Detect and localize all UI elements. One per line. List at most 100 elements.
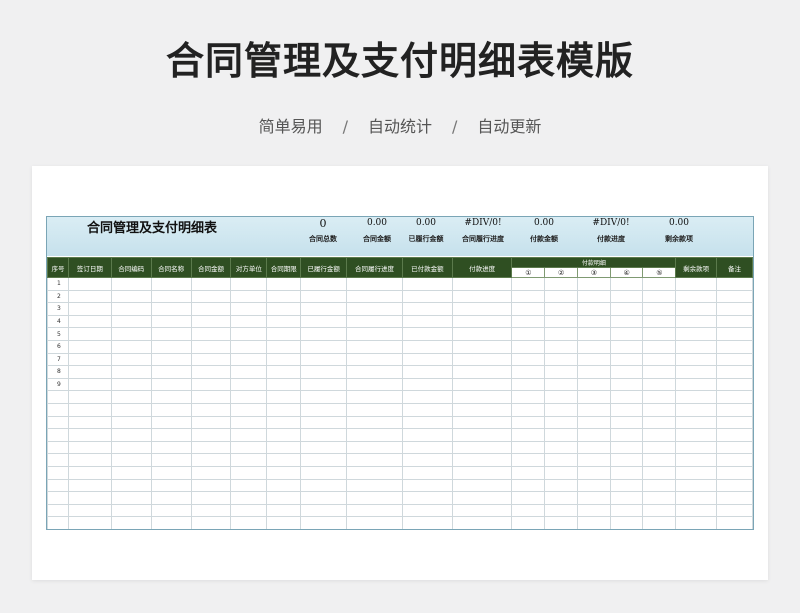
table-cell[interactable]	[67, 302, 112, 316]
table-cell[interactable]	[300, 377, 348, 392]
table-cell[interactable]	[110, 289, 152, 304]
table-cell[interactable]	[576, 277, 611, 291]
table-cell[interactable]	[110, 390, 152, 404]
table-cell[interactable]	[150, 440, 192, 455]
table-cell[interactable]	[609, 390, 644, 404]
table-cell[interactable]	[346, 377, 403, 392]
table-cell[interactable]	[511, 453, 546, 467]
table-cell[interactable]	[230, 390, 268, 404]
table-cell[interactable]	[511, 352, 546, 367]
table-cell[interactable]	[511, 503, 546, 518]
table-cell[interactable]	[190, 339, 232, 354]
table-cell[interactable]	[67, 314, 112, 329]
table-cell[interactable]	[230, 440, 268, 455]
table-cell[interactable]	[544, 491, 578, 505]
table-cell[interactable]	[190, 528, 232, 529]
table-cell[interactable]	[67, 277, 112, 291]
table-cell[interactable]	[150, 453, 192, 467]
table-cell[interactable]	[511, 516, 546, 529]
table-cell[interactable]	[190, 327, 232, 341]
table-cell[interactable]	[266, 314, 302, 329]
table-cell[interactable]	[576, 491, 611, 505]
table-cell[interactable]	[609, 302, 644, 316]
table-cell[interactable]	[401, 365, 453, 379]
table-cell[interactable]	[642, 390, 677, 404]
table-cell[interactable]	[576, 503, 611, 518]
table-cell[interactable]	[401, 415, 453, 430]
table-cell[interactable]	[190, 314, 232, 329]
table-cell[interactable]	[300, 302, 348, 316]
table-cell[interactable]	[67, 339, 112, 354]
table-cell[interactable]	[150, 503, 192, 518]
table-cell[interactable]	[230, 503, 268, 518]
row-number-cell[interactable]: 6	[47, 339, 69, 354]
table-cell[interactable]	[451, 503, 513, 518]
table-cell[interactable]	[609, 478, 644, 493]
table-cell[interactable]	[544, 528, 578, 529]
table-cell[interactable]	[346, 465, 403, 480]
table-cell[interactable]	[150, 289, 192, 304]
table-cell[interactable]	[511, 390, 546, 404]
table-cell[interactable]	[642, 453, 677, 467]
table-cell[interactable]	[511, 528, 546, 529]
table-cell[interactable]	[544, 327, 578, 341]
table-cell[interactable]	[150, 352, 192, 367]
table-cell[interactable]	[544, 390, 578, 404]
table-cell[interactable]	[110, 415, 152, 430]
table-cell[interactable]	[190, 478, 232, 493]
table-cell[interactable]	[609, 415, 644, 430]
table-cell[interactable]	[716, 289, 753, 304]
table-cell[interactable]	[544, 440, 578, 455]
table-cell[interactable]	[190, 516, 232, 529]
table-cell[interactable]	[110, 352, 152, 367]
table-cell[interactable]	[675, 302, 718, 316]
table-cell[interactable]	[67, 415, 112, 430]
table-cell[interactable]	[230, 277, 268, 291]
row-number-cell[interactable]	[47, 491, 69, 505]
table-cell[interactable]	[266, 327, 302, 341]
table-cell[interactable]	[716, 453, 753, 467]
row-number-cell[interactable]	[47, 428, 69, 442]
table-cell[interactable]	[266, 528, 302, 529]
table-cell[interactable]	[110, 277, 152, 291]
table-cell[interactable]	[642, 289, 677, 304]
table-cell[interactable]	[451, 516, 513, 529]
table-cell[interactable]	[716, 503, 753, 518]
table-cell[interactable]	[67, 465, 112, 480]
row-number-cell[interactable]: 3	[47, 302, 69, 316]
row-number-cell[interactable]: 2	[47, 289, 69, 304]
table-cell[interactable]	[401, 503, 453, 518]
table-cell[interactable]	[67, 327, 112, 341]
table-cell[interactable]	[300, 415, 348, 430]
table-cell[interactable]	[266, 302, 302, 316]
table-cell[interactable]	[230, 327, 268, 341]
table-cell[interactable]	[576, 516, 611, 529]
table-cell[interactable]	[190, 415, 232, 430]
table-cell[interactable]	[110, 478, 152, 493]
table-cell[interactable]	[230, 289, 268, 304]
table-cell[interactable]	[300, 402, 348, 417]
table-cell[interactable]	[609, 503, 644, 518]
table-cell[interactable]	[110, 503, 152, 518]
table-cell[interactable]	[67, 453, 112, 467]
table-cell[interactable]	[576, 302, 611, 316]
table-cell[interactable]	[642, 440, 677, 455]
table-cell[interactable]	[576, 440, 611, 455]
table-cell[interactable]	[150, 491, 192, 505]
table-cell[interactable]	[642, 465, 677, 480]
table-cell[interactable]	[266, 428, 302, 442]
table-cell[interactable]	[451, 339, 513, 354]
table-cell[interactable]	[150, 327, 192, 341]
table-cell[interactable]	[609, 428, 644, 442]
table-cell[interactable]	[576, 402, 611, 417]
table-cell[interactable]	[266, 415, 302, 430]
table-cell[interactable]	[150, 465, 192, 480]
table-cell[interactable]	[511, 440, 546, 455]
table-cell[interactable]	[401, 491, 453, 505]
table-cell[interactable]	[451, 302, 513, 316]
table-cell[interactable]	[544, 465, 578, 480]
table-cell[interactable]	[110, 516, 152, 529]
table-cell[interactable]	[230, 478, 268, 493]
table-cell[interactable]	[300, 465, 348, 480]
table-cell[interactable]	[67, 516, 112, 529]
